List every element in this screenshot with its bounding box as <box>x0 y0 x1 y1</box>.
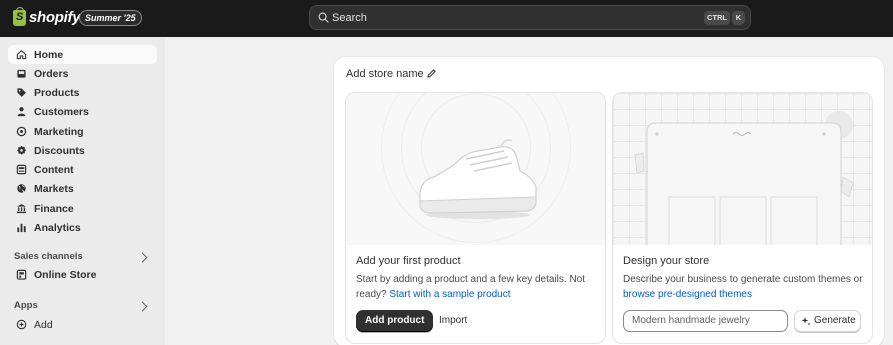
business-description-input[interactable]: Modern handmade jewelry <box>623 310 788 332</box>
bank-icon <box>16 204 27 214</box>
sidebar-item-label: Content <box>34 163 74 176</box>
sidebar-item-home[interactable]: Home <box>8 45 157 64</box>
sparkle-icon <box>801 317 811 326</box>
sidebar-item-discounts[interactable]: Discounts <box>8 141 157 160</box>
design-store-panel: Design your store Describe your business… <box>612 92 873 344</box>
import-button[interactable]: Import <box>439 310 467 332</box>
search-bar[interactable]: Search CTRL K <box>309 5 751 30</box>
store-name-prompt[interactable]: Add store name <box>346 68 424 80</box>
setup-card: Add store name Add your first product St… <box>334 57 884 345</box>
sidebar-item-label: Analytics <box>34 221 81 234</box>
pencil-icon[interactable] <box>426 68 437 79</box>
discount-icon <box>17 145 27 155</box>
target-icon <box>16 126 27 137</box>
brand-name: shopify <box>29 9 81 26</box>
sidebar-item-analytics[interactable]: Analytics <box>8 218 157 237</box>
sales-channels-heading[interactable]: Sales channels <box>14 251 83 262</box>
sidebar-item-marketing[interactable]: Marketing <box>8 122 157 141</box>
product-panel-description: Start by adding a product and a few key … <box>356 273 596 302</box>
generate-button[interactable]: Generate <box>794 310 861 332</box>
design-desc-text: Describe your business to generate custo… <box>623 274 863 285</box>
sidebar-item-label: Orders <box>34 67 69 80</box>
sidebar: Home Orders Products Customers Marketing… <box>0 37 165 345</box>
sidebar-item-label: Online Store <box>34 268 97 281</box>
sidebar-item-label: Marketing <box>34 125 84 138</box>
sidebar-item-orders[interactable]: Orders <box>8 64 157 83</box>
sidebar-item-label: Add <box>34 318 53 331</box>
sidebar-item-label: Finance <box>34 202 74 215</box>
search-placeholder: Search <box>332 12 367 24</box>
sidebar-item-add-app[interactable]: Add <box>8 315 157 334</box>
add-product-panel: Add your first product Start by adding a… <box>345 92 606 344</box>
sidebar-item-content[interactable]: Content <box>8 160 157 179</box>
sidebar-item-customers[interactable]: Customers <box>8 102 157 121</box>
shopify-bag-icon: S <box>13 6 26 26</box>
product-panel-title: Add your first product <box>356 255 461 267</box>
add-product-button[interactable]: Add product <box>356 310 434 332</box>
content-icon <box>16 164 27 175</box>
plus-circle-icon <box>16 319 27 330</box>
shortcut-ctrl-key: CTRL <box>704 11 730 25</box>
sidebar-item-label: Discounts <box>34 144 85 157</box>
globe-icon <box>17 184 26 193</box>
tag-icon <box>17 88 26 97</box>
theme-hero <box>613 93 872 245</box>
store-icon <box>16 269 27 280</box>
chart-icon <box>17 223 26 233</box>
edition-badge: Summer '25 <box>79 10 142 26</box>
generate-button-label: Generate <box>814 315 856 326</box>
theme-preview-illustration <box>634 111 854 245</box>
sidebar-item-label: Products <box>34 86 80 99</box>
browse-themes-link[interactable]: browse pre-designed themes <box>623 289 752 300</box>
inbox-icon <box>17 69 26 78</box>
top-bar: S shopify Summer '25 Search CTRL K <box>0 0 893 37</box>
search-icon <box>318 12 329 23</box>
product-hero <box>346 93 605 245</box>
design-panel-description: Describe your business to generate custo… <box>623 273 863 302</box>
home-icon <box>16 50 27 60</box>
sidebar-item-online-store[interactable]: Online Store <box>8 265 157 284</box>
sidebar-item-markets[interactable]: Markets <box>8 179 157 198</box>
sample-product-link[interactable]: Start with a sample product <box>389 289 510 300</box>
design-panel-title: Design your store <box>623 255 710 267</box>
sidebar-item-label: Markets <box>34 182 74 195</box>
sales-channels-chevron-icon[interactable] <box>137 252 148 263</box>
sneaker-illustration <box>419 139 537 219</box>
shopify-logo[interactable]: S shopify <box>13 6 81 26</box>
person-icon <box>17 107 26 117</box>
sidebar-item-label: Home <box>34 48 64 61</box>
sidebar-item-products[interactable]: Products <box>8 83 157 102</box>
sidebar-item-label: Customers <box>34 105 89 118</box>
shortcut-k-key: K <box>732 11 745 25</box>
apps-chevron-icon[interactable] <box>137 301 148 312</box>
apps-heading[interactable]: Apps <box>14 300 38 311</box>
sidebar-item-finance[interactable]: Finance <box>8 199 157 218</box>
